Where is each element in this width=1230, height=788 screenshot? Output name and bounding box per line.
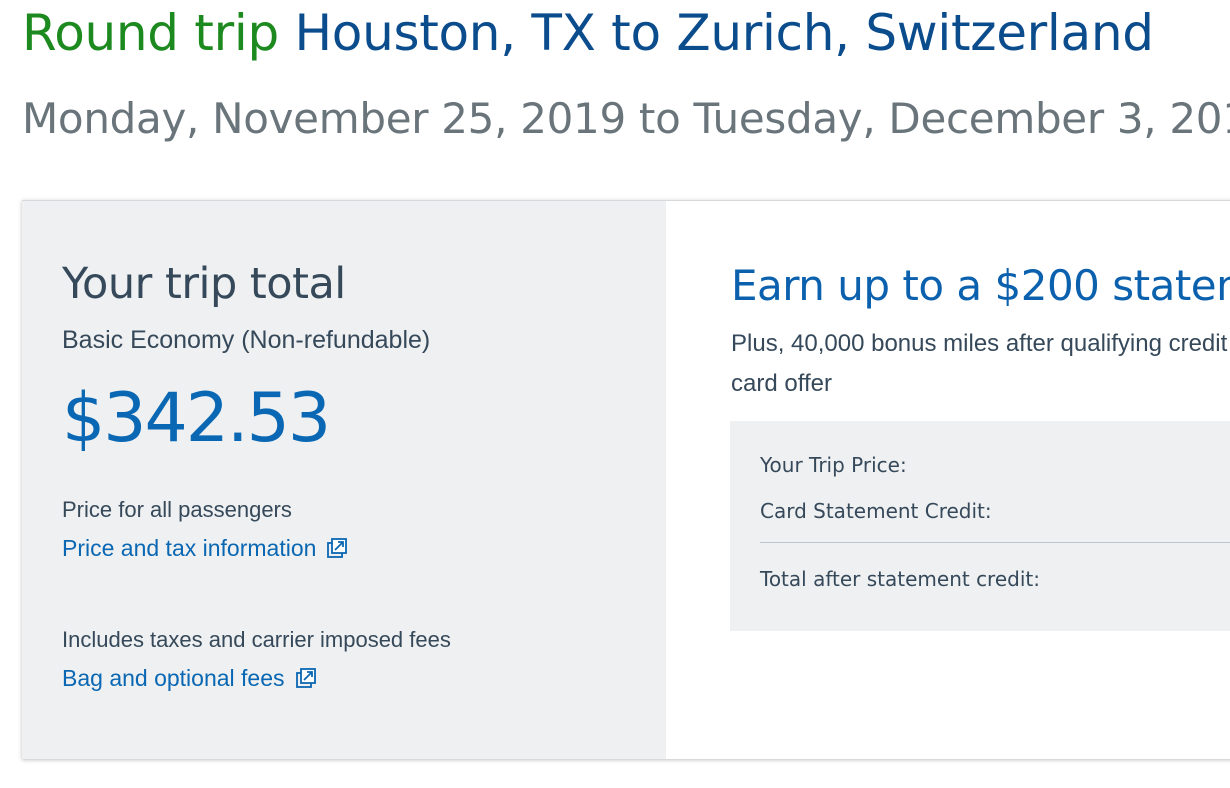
external-link-icon [327, 537, 348, 558]
page: Round trip Houston, TX to Zurich, Switze… [0, 0, 1230, 788]
credit-card-promo-panel: Earn up to a $200 statem Plus, 40,000 bo… [666, 201, 1230, 759]
total-price: $342.53 [62, 379, 331, 458]
trip-total-title: Your trip total [62, 259, 346, 309]
page-title: Round trip Houston, TX to Zurich, Switze… [22, 6, 1154, 61]
trip-type-label: Round trip [22, 4, 279, 62]
promo-subtitle: Plus, 40,000 bonus miles after qualifyin… [731, 330, 1228, 397]
price-tax-info-label: Price and tax information [62, 535, 317, 561]
external-link-icon [295, 667, 316, 688]
promo-title: Earn up to a $200 statem [731, 261, 1230, 310]
total-after-credit-label: Total after statement credit: [760, 567, 1040, 591]
trip-total-panel: Your trip total Basic Economy (Non-refun… [22, 201, 666, 759]
trip-price-label: Your Trip Price: [760, 453, 907, 477]
trip-summary-card: Your trip total Basic Economy (Non-refun… [22, 200, 1230, 759]
trip-dates: Monday, November 25, 2019 to Tuesday, De… [22, 94, 1230, 143]
statement-credit-label: Card Statement Credit: [760, 499, 992, 523]
bag-fees-link[interactable]: Bag and optional fees [62, 665, 317, 692]
route-label: Houston, TX to Zurich, Switzerland [294, 4, 1154, 62]
divider [760, 542, 1230, 543]
price-tax-info-link[interactable]: Price and tax information [62, 535, 348, 562]
bag-fees-label: Bag and optional fees [62, 665, 285, 691]
fare-type: Basic Economy (Non-refundable) [62, 326, 431, 354]
taxes-note: Includes taxes and carrier imposed fees [62, 627, 451, 652]
statement-credit-box: Your Trip Price: Card Statement Credit: … [730, 421, 1230, 631]
price-note: Price for all passengers [62, 497, 292, 522]
